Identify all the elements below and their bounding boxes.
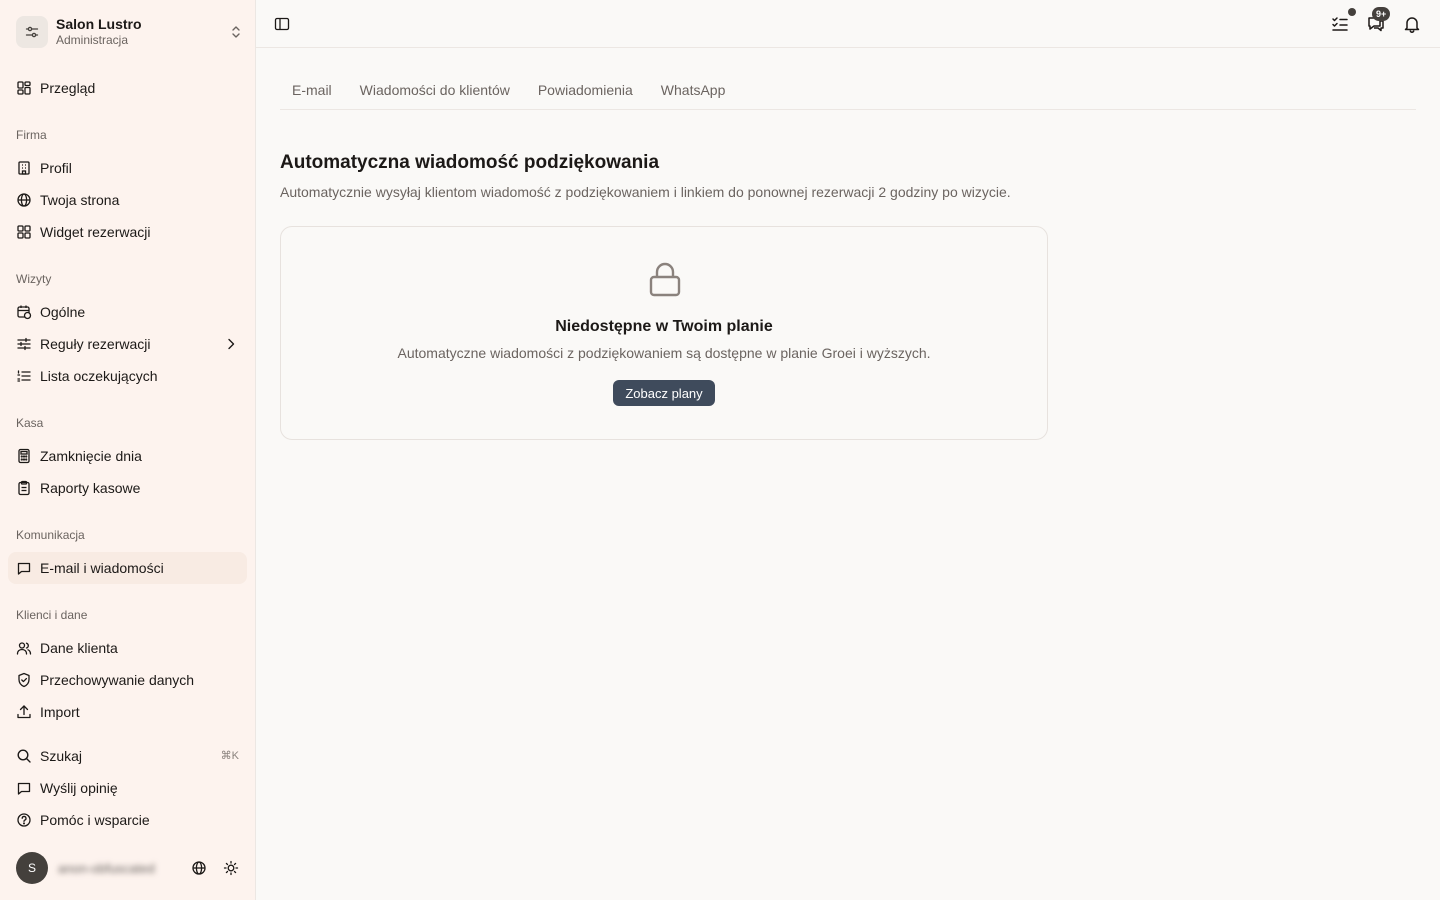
sidebar-item-label: E-mail i wiadomości — [40, 560, 164, 576]
sidebar-item-label: Zamknięcie dnia — [40, 448, 142, 464]
clipboard-icon — [16, 480, 32, 496]
user-name: anon-obfuscated — [58, 860, 155, 876]
section-label-wizyty: Wizyty — [16, 272, 52, 286]
sidebar-item-label: Reguły rezerwacji — [40, 336, 151, 352]
sidebar-item-label: Przegląd — [40, 80, 96, 96]
avatar: S — [16, 852, 48, 884]
section-label-komunikacja: Komunikacja — [16, 528, 85, 542]
sidebar-item-feedback[interactable]: Wyślij opinię — [8, 772, 247, 804]
upload-icon — [16, 704, 32, 720]
sun-icon[interactable] — [223, 860, 239, 876]
topbar: 9+ — [256, 0, 1440, 48]
search-icon — [16, 748, 32, 764]
sidebar-item-raporty[interactable]: Raporty kasowe — [8, 472, 247, 504]
sidebar-item-label: Ogólne — [40, 304, 86, 320]
sidebar-item-widget[interactable]: Widget rezerwacji — [8, 216, 247, 248]
sidebar-item-label: Lista oczekujących — [40, 368, 158, 384]
sidebar-item-label: Przechowywanie danych — [40, 672, 195, 688]
locked-description: Automatyczne wiadomości z podziękowaniem… — [397, 345, 931, 361]
bell-icon[interactable] — [1402, 14, 1422, 34]
chevron-up-down-icon — [232, 26, 240, 38]
user-menu[interactable]: S anon-obfuscated — [16, 852, 244, 884]
sidebar-item-profil[interactable]: Profil — [8, 152, 247, 184]
org-logo-icon — [16, 16, 48, 48]
users-icon — [16, 640, 32, 656]
sidebar-item-label: Import — [40, 704, 80, 720]
sidebar-item-reguly[interactable]: Reguły rezerwacji — [8, 328, 247, 360]
grid-icon — [16, 224, 32, 240]
sidebar-item-import[interactable]: Import — [8, 696, 247, 728]
search-shortcut: ⌘K — [220, 750, 239, 762]
language-globe-icon[interactable] — [191, 860, 207, 876]
sidebar-item-strona[interactable]: Twoja strona — [8, 184, 247, 216]
view-plans-button[interactable]: Zobacz plany — [613, 380, 715, 406]
sidebar: Salon Lustro Administracja Przegląd Firm… — [0, 0, 256, 900]
tab-whatsapp[interactable]: WhatsApp — [649, 74, 738, 106]
globe-icon — [16, 192, 32, 208]
sidebar-item-label: Twoja strona — [40, 192, 120, 208]
calendar-clock-icon — [16, 304, 32, 320]
sidebar-item-search[interactable]: Szukaj ⌘K — [8, 740, 247, 772]
tab-client-messages[interactable]: Wiadomości do klientów — [348, 74, 522, 106]
sidebar-item-zamkniecie[interactable]: Zamknięcie dnia — [8, 440, 247, 472]
org-switcher[interactable]: Salon Lustro Administracja — [16, 14, 244, 50]
sidebar-item-label: Szukaj — [40, 748, 83, 764]
settings-tabs: E-mail Wiadomości do klientów Powiadomie… — [280, 74, 1416, 110]
sidebar-item-label: Profil — [40, 160, 72, 176]
message-square-icon — [16, 560, 32, 576]
sidebar-item-label: Wyślij opinię — [40, 780, 118, 796]
shield-check-icon — [16, 672, 32, 688]
help-circle-icon — [16, 812, 32, 828]
chevron-right-icon — [228, 338, 235, 350]
list-ordered-icon — [16, 368, 32, 384]
org-name: Salon Lustro — [56, 16, 142, 32]
section-label-klienci: Klienci i dane — [16, 608, 88, 622]
sidebar-item-przechowywanie[interactable]: Przechowywanie danych — [8, 664, 247, 696]
sidebar-toggle-icon[interactable] — [274, 16, 290, 32]
locked-title: Niedostępne w Twoim planie — [555, 318, 773, 335]
sidebar-item-label: Pomóc i wsparcie — [40, 812, 150, 828]
sidebar-item-email[interactable]: E-mail i wiadomości — [8, 552, 247, 584]
tab-email[interactable]: E-mail — [280, 74, 344, 106]
tasks-checklist-icon[interactable] — [1330, 14, 1350, 34]
section-label-firma: Firma — [16, 128, 47, 142]
sidebar-item-ogolne[interactable]: Ogólne — [8, 296, 247, 328]
message-square-icon — [16, 780, 32, 796]
tasks-indicator-dot — [1348, 8, 1356, 16]
sidebar-item-dane[interactable]: Dane klienta — [8, 632, 247, 664]
sliders-icon — [16, 336, 32, 352]
page-title: Automatyczna wiadomość podziękowania — [280, 152, 660, 173]
lock-icon — [649, 262, 681, 297]
sidebar-item-lista[interactable]: Lista oczekujących — [8, 360, 247, 392]
sidebar-item-label: Raporty kasowe — [40, 480, 141, 496]
sidebar-item-label: Dane klienta — [40, 640, 118, 656]
chat-badge: 9+ — [1372, 7, 1391, 21]
dashboard-icon — [16, 80, 32, 96]
calculator-icon — [16, 448, 32, 464]
section-label-kasa: Kasa — [16, 416, 44, 430]
sidebar-item-label: Widget rezerwacji — [40, 224, 151, 240]
sidebar-item-overview[interactable]: Przegląd — [8, 72, 247, 104]
page-description: Automatycznie wysyłaj klientom wiadomość… — [280, 184, 1011, 200]
sidebar-item-help[interactable]: Pomóc i wsparcie — [8, 804, 247, 836]
locked-feature-card: Niedostępne w Twoim planie Automatyczne … — [280, 226, 1048, 440]
org-role: Administracja — [56, 33, 129, 47]
building-icon — [16, 160, 32, 176]
tab-notifications[interactable]: Powiadomienia — [526, 74, 645, 106]
